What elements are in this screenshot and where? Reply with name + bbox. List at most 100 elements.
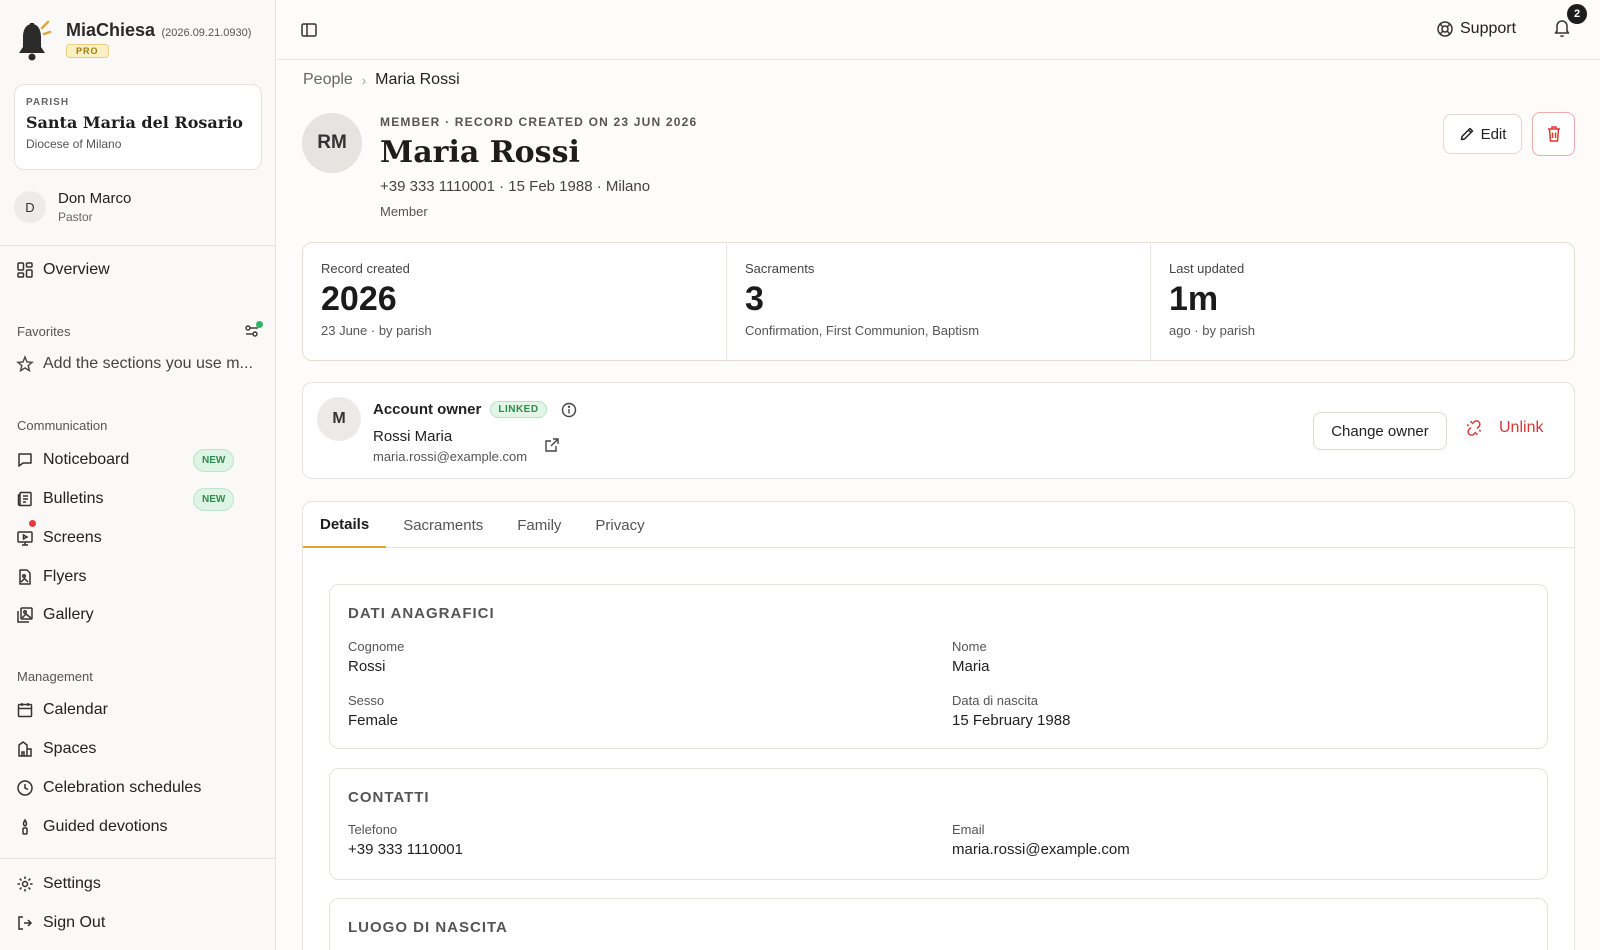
stat-sacraments: Sacraments 3 Confirmation, First Communi… <box>727 243 1151 360</box>
newspaper-icon <box>17 491 32 507</box>
person-summary: +39 333 1110001 · 15 Feb 1988 · Milano <box>380 178 651 195</box>
section-luogo-di-nascita: LUOGO DI NASCITA <box>329 898 1548 950</box>
field-value-email: maria.rossi@example.com <box>952 841 1130 858</box>
breadcrumb-people-link[interactable]: People <box>303 71 353 89</box>
sidebar-item-label: Spaces <box>43 740 97 757</box>
calendar-icon <box>17 703 33 718</box>
field-label-sesso: Sesso <box>348 693 385 708</box>
images-icon <box>17 607 33 623</box>
unlink-label: Unlink <box>1499 419 1544 436</box>
church-icon <box>18 741 32 757</box>
candle-icon <box>22 818 28 835</box>
sidebar-item-label: Sign Out <box>43 914 106 931</box>
section-contatti: CONTATTI Telefono +39 333 1110001 Email … <box>329 768 1548 880</box>
tab-privacy[interactable]: Privacy <box>578 502 661 548</box>
divider <box>0 858 276 859</box>
tab-details[interactable]: Details <box>303 502 387 548</box>
sidebar-item-calendar[interactable]: Calendar <box>16 695 266 725</box>
sign-out-icon <box>18 916 33 930</box>
sidebar-item-celebration-schedules[interactable]: Celebration schedules <box>16 773 266 803</box>
field-value-cognome: Rossi <box>348 658 386 675</box>
sidebar-item-label: Add the sections you use m... <box>43 355 253 372</box>
parish-caption: PARISH <box>26 97 70 108</box>
edit-button[interactable]: Edit <box>1443 114 1522 154</box>
sidebar-item-bulletins[interactable]: Bulletins NEW <box>16 484 266 514</box>
field-label-nome: Nome <box>952 639 987 654</box>
field-label-cognome: Cognome <box>348 639 405 654</box>
field-label-email: Email <box>952 822 985 837</box>
external-link-icon[interactable] <box>544 437 560 453</box>
sidebar-item-noticeboard[interactable]: Noticeboard NEW <box>16 445 266 475</box>
stat-last-updated: Last updated 1m ago · by parish <box>1151 243 1574 360</box>
monitor-icon <box>17 531 33 546</box>
info-icon[interactable] <box>561 402 577 418</box>
sidebar-item-label: Noticeboard <box>43 451 130 468</box>
field-value-sesso: Female <box>348 712 399 729</box>
linked-badge: LINKED <box>490 401 547 418</box>
sidebar-item-label: Screens <box>43 529 102 546</box>
plan-badge: PRO <box>66 44 109 58</box>
app-name: MiaChiesa <box>66 20 156 40</box>
owner-email: maria.rossi@example.com <box>373 449 528 464</box>
sidebar-item-screens[interactable]: Screens <box>16 520 266 553</box>
section-title: LUOGO DI NASCITA <box>348 919 508 936</box>
change-owner-button[interactable]: Change owner <box>1313 412 1447 450</box>
sidebar: MiaChiesa (2026.09.21.0930) PRO PARISH S… <box>0 0 276 950</box>
stat-label: Last updated <box>1169 261 1245 276</box>
stat-subtext: ago · by parish <box>1169 323 1255 338</box>
details-panel: Details Sacraments Family Privacy DATI A… <box>302 501 1575 950</box>
sidebar-item-spaces[interactable]: Spaces <box>16 734 266 764</box>
unlink-button[interactable]: Unlink <box>1465 419 1543 437</box>
sidebar-item-label: Celebration schedules <box>43 779 202 796</box>
stat-value: 2026 <box>321 280 397 318</box>
notification-dot <box>29 520 36 527</box>
person-role: Member <box>380 204 428 219</box>
tab-sacraments[interactable]: Sacraments <box>386 502 500 548</box>
user-role: Pastor <box>58 210 93 224</box>
bell-icon <box>1554 20 1570 38</box>
star-icon <box>16 355 34 373</box>
panel-left-icon <box>301 23 317 37</box>
user-name: Don Marco <box>58 190 132 207</box>
pencil-icon <box>1460 127 1473 141</box>
sidebar-toggle-button[interactable] <box>300 21 318 44</box>
unlink-icon <box>1466 420 1482 436</box>
favorites-hint[interactable]: Add the sections you use m... <box>16 349 266 379</box>
owner-title-row: Account owner LINKED <box>373 401 577 418</box>
breadcrumb: People › Maria Rossi <box>303 71 460 89</box>
message-icon <box>18 453 32 467</box>
stats-card: Record created 2026 23 June · by parish … <box>302 242 1575 361</box>
account-owner-card: M Account owner LINKED Rossi Maria maria… <box>302 382 1575 479</box>
stat-value: 1m <box>1169 280 1219 318</box>
user-profile[interactable]: D Don Marco Pastor <box>14 190 131 224</box>
sidebar-item-flyers[interactable]: Flyers <box>16 562 266 592</box>
brand[interactable]: MiaChiesa (2026.09.21.0930) PRO <box>16 20 251 62</box>
sidebar-item-sign-out[interactable]: Sign Out <box>16 908 266 938</box>
file-image-icon <box>19 569 31 585</box>
support-button[interactable]: Support <box>1436 20 1516 38</box>
support-label: Support <box>1460 20 1517 37</box>
gear-icon <box>17 876 33 892</box>
parish-diocese: Diocese of Milano <box>26 137 122 151</box>
person-avatar: RM <box>302 113 362 173</box>
field-value-nome: Maria <box>952 658 990 675</box>
owner-name: Rossi Maria <box>373 428 453 445</box>
favorites-settings-button[interactable] <box>244 321 263 344</box>
field-value-telefono: +39 333 1110001 <box>348 841 463 858</box>
sidebar-item-guided-devotions[interactable]: Guided devotions <box>16 812 266 842</box>
delete-button[interactable] <box>1532 112 1575 156</box>
sidebar-item-overview[interactable]: Overview <box>16 255 266 285</box>
field-label-data-nascita: Data di nascita <box>952 693 1038 708</box>
grid-icon <box>17 262 33 278</box>
favorites-heading: Favorites <box>17 324 71 339</box>
owner-avatar: M <box>317 397 361 441</box>
top-bar: Support 2 <box>277 0 1600 60</box>
user-avatar: D <box>14 191 46 223</box>
sidebar-item-gallery[interactable]: Gallery <box>16 600 266 630</box>
stat-value: 3 <box>745 280 764 318</box>
stat-label: Sacraments <box>745 261 815 276</box>
tab-family[interactable]: Family <box>500 502 578 548</box>
parish-card[interactable]: PARISH Santa Maria del Rosario Diocese o… <box>14 84 262 170</box>
sidebar-item-settings[interactable]: Settings <box>16 869 266 899</box>
notifications-button[interactable] <box>1553 18 1571 43</box>
